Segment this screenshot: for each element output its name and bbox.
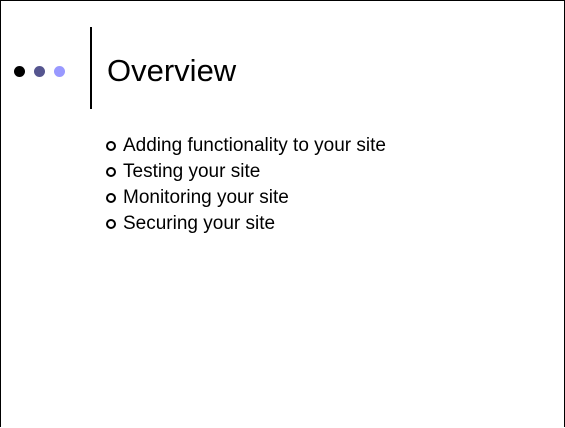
decorative-dots <box>14 65 74 77</box>
circle-bullet-icon <box>106 219 116 229</box>
dot-icon-3 <box>54 65 65 77</box>
bullet-item: Securing your site <box>106 211 386 237</box>
bullet-item: Testing your site <box>106 159 386 185</box>
circle-bullet-icon <box>106 141 116 151</box>
bullet-text: Testing your site <box>123 161 261 182</box>
bullet-text: Adding functionality to your site <box>123 135 386 156</box>
slide-title: Overview <box>107 53 237 88</box>
bullet-item: Adding functionality to your site <box>106 133 386 159</box>
dot-icon-2 <box>34 65 45 77</box>
dot-icon-1 <box>14 65 25 77</box>
bullet-text: Monitoring your site <box>123 187 289 208</box>
bullet-item: Monitoring your site <box>106 185 386 211</box>
bullet-list: Adding functionality to your site Testin… <box>106 133 386 237</box>
slide: Overview Adding functionality to your si… <box>0 0 565 427</box>
bullet-text: Securing your site <box>123 213 276 234</box>
title-divider <box>90 27 92 109</box>
circle-bullet-icon <box>106 193 116 203</box>
circle-bullet-icon <box>106 167 116 177</box>
